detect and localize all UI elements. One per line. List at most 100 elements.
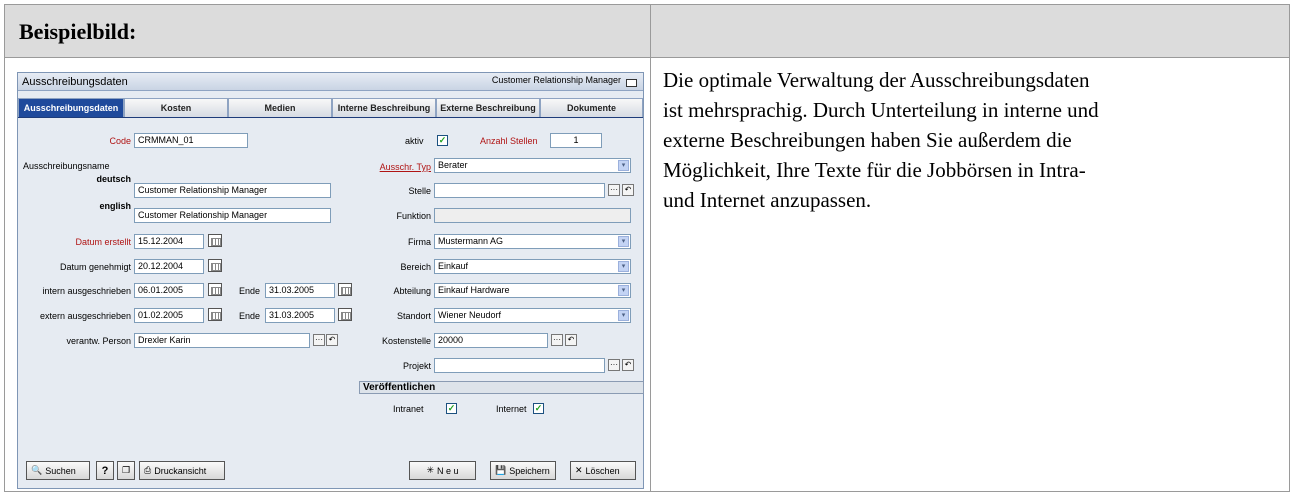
reset-button[interactable]: ↶ <box>622 184 634 196</box>
kostenstelle-input[interactable]: 20000 <box>434 333 548 348</box>
abteilung-select[interactable]: Einkauf Hardware ▾ <box>434 283 631 298</box>
extern-ende-label: Ende <box>239 311 261 321</box>
ausschr-typ-label[interactable]: Ausschr. Typ <box>380 162 431 172</box>
search-button-label: Suchen <box>45 465 76 476</box>
new-button-label: N e u <box>437 465 459 476</box>
new-button[interactable]: ✳ N e u <box>409 461 476 480</box>
delete-button-label: Löschen <box>585 465 620 476</box>
chevron-down-icon[interactable]: ▾ <box>618 285 629 296</box>
app-subtitle: Customer Relationship Manager <box>491 75 621 85</box>
print-preview-button[interactable]: ⎙ Druckansicht <box>139 461 225 480</box>
aktiv-checkbox[interactable]: ✓ <box>437 135 448 146</box>
kostenstelle-label: Kostenstelle <box>381 336 431 346</box>
projekt-input[interactable] <box>434 358 605 373</box>
floppy-disk-icon: 💾 <box>495 465 507 475</box>
page-title: Beispielbild: <box>19 19 137 44</box>
save-button-label: Speichern <box>509 465 550 476</box>
reset-button[interactable]: ↶ <box>565 334 577 346</box>
calendar-icon[interactable] <box>208 234 222 247</box>
print-button-label: Druckansicht <box>154 465 207 476</box>
help-button[interactable]: ? <box>96 461 114 480</box>
description-line: externe Beschreibungen haben Sie außerde… <box>663 128 1072 152</box>
extern-ausgeschrieben-label: extern ausgeschrieben <box>39 311 131 321</box>
anzahl-stellen-label: Anzahl Stellen <box>480 136 538 146</box>
verantw-person-input[interactable]: Drexler Karin <box>134 333 310 348</box>
app-screenshot: Ausschreibungsdaten Customer Relationshi… <box>17 72 644 489</box>
lookup-button[interactable]: ··· <box>313 334 325 346</box>
datum-genehmigt-input[interactable]: 20.12.2004 <box>134 259 204 274</box>
section-veroeffentlichen: Veröffentlichen <box>359 381 644 394</box>
calendar-icon[interactable] <box>208 259 222 272</box>
tab-externe-beschreibung[interactable]: Externe Beschreibung <box>436 98 540 117</box>
datum-genehmigt-label: Datum genehmigt <box>59 262 131 272</box>
chevron-down-icon[interactable]: ▾ <box>618 310 629 321</box>
lookup-button[interactable]: ··· <box>608 184 620 196</box>
tab-bar: Ausschreibungsdaten Kosten Medien Intern… <box>18 98 643 118</box>
bereich-value: Einkauf <box>438 261 469 271</box>
ausschreibungsname-label: Ausschreibungsname <box>23 161 110 171</box>
standort-select[interactable]: Wiener Neudorf ▾ <box>434 308 631 323</box>
firma-value: Mustermann AG <box>438 236 504 246</box>
deutsch-input[interactable]: Customer Relationship Manager <box>134 183 331 198</box>
stelle-label: Stelle <box>408 186 431 196</box>
printer-icon: ⎙ <box>144 465 152 475</box>
ausschr-typ-value: Berater <box>438 160 468 170</box>
chevron-down-icon[interactable]: ▾ <box>618 236 629 247</box>
tab-kosten[interactable]: Kosten <box>124 98 228 117</box>
description-line: Die optimale Verwaltung der Ausschreibun… <box>663 68 1090 92</box>
datum-erstellt-input[interactable]: 15.12.2004 <box>134 234 204 249</box>
bereich-select[interactable]: Einkauf ▾ <box>434 259 631 274</box>
description-line: ist mehrsprachig. Durch Unterteilung in … <box>663 98 1099 122</box>
ausschr-typ-select[interactable]: Berater ▾ <box>434 158 631 173</box>
copy-button[interactable]: ❐ <box>117 461 135 480</box>
aktiv-label: aktiv <box>405 136 424 146</box>
internet-label: Internet <box>496 404 527 414</box>
tab-interne-beschreibung[interactable]: Interne Beschreibung <box>332 98 436 117</box>
save-button[interactable]: 💾 Speichern <box>490 461 556 480</box>
intern-ende-input[interactable]: 31.03.2005 <box>265 283 335 298</box>
funktion-input[interactable] <box>434 208 631 223</box>
stelle-input[interactable] <box>434 183 605 198</box>
window-icon[interactable] <box>626 79 637 87</box>
intern-ende-label: Ende <box>239 286 261 296</box>
anzahl-stellen-input[interactable]: 1 <box>550 133 602 148</box>
tab-dokumente[interactable]: Dokumente <box>540 98 643 117</box>
internet-checkbox[interactable]: ✓ <box>533 403 544 414</box>
abteilung-value: Einkauf Hardware <box>438 285 510 295</box>
lookup-button[interactable]: ··· <box>551 334 563 346</box>
description-line: Möglichkeit, Ihre Texte für die Jobbörse… <box>663 158 1086 182</box>
delete-button[interactable]: ✕ Löschen <box>570 461 636 480</box>
column-divider <box>650 5 651 491</box>
calendar-icon[interactable] <box>208 283 222 296</box>
code-input[interactable]: CRMMAN_01 <box>134 133 248 148</box>
intranet-label: Intranet <box>393 404 424 414</box>
header-row: Beispielbild: <box>5 5 1289 58</box>
calendar-icon[interactable] <box>338 283 352 296</box>
description-text: Die optimale Verwaltung der Ausschreibun… <box>663 65 1285 215</box>
extern-ende-input[interactable]: 31.03.2005 <box>265 308 335 323</box>
calendar-icon[interactable] <box>208 308 222 321</box>
copy-icon: ❐ <box>121 465 131 475</box>
bereich-label: Bereich <box>400 262 431 272</box>
tab-ausschreibungsdaten[interactable]: Ausschreibungsdaten <box>18 98 124 117</box>
tab-medien[interactable]: Medien <box>228 98 332 117</box>
extern-ausgeschrieben-input[interactable]: 01.02.2005 <box>134 308 204 323</box>
english-label: english <box>99 201 131 211</box>
intranet-checkbox[interactable]: ✓ <box>446 403 457 414</box>
projekt-label: Projekt <box>402 361 431 371</box>
search-button[interactable]: 🔍 Suchen <box>26 461 90 480</box>
firma-select[interactable]: Mustermann AG ▾ <box>434 234 631 249</box>
chevron-down-icon[interactable]: ▾ <box>618 261 629 272</box>
example-frame: Beispielbild: Die optimale Verwaltung de… <box>4 4 1290 492</box>
english-input[interactable]: Customer Relationship Manager <box>134 208 331 223</box>
code-label: Code <box>109 136 131 146</box>
calendar-icon[interactable] <box>338 308 352 321</box>
verantw-person-label: verantw. Person <box>66 336 131 346</box>
intern-ausgeschrieben-label: intern ausgeschrieben <box>42 286 131 296</box>
intern-ausgeschrieben-input[interactable]: 06.01.2005 <box>134 283 204 298</box>
reset-button[interactable]: ↶ <box>326 334 338 346</box>
chevron-down-icon[interactable]: ▾ <box>618 160 629 171</box>
datum-erstellt-label: Datum erstellt <box>75 237 131 247</box>
reset-button[interactable]: ↶ <box>622 359 634 371</box>
lookup-button[interactable]: ··· <box>608 359 620 371</box>
